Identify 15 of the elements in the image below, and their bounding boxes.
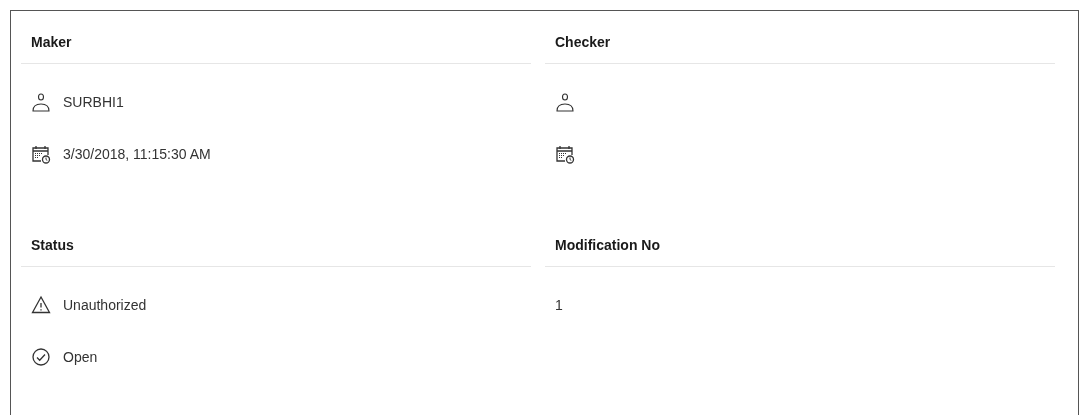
field-value: SURBHI1 [63,92,124,112]
user-icon [31,92,51,112]
section-title: Checker [555,34,611,50]
calendar-clock-icon [31,144,51,164]
section-title: Status [31,237,74,253]
check-circle-icon [31,347,51,367]
field-value: Unauthorized [63,295,147,315]
user-icon [555,92,575,112]
field-value: 1 [555,295,563,315]
section-title: Maker [31,34,72,50]
field-value: 3/30/2018, 11:15:30 AM [63,144,211,164]
calendar-clock-icon [555,144,575,164]
warning-icon [31,295,51,315]
section-title: Modification No [555,237,660,253]
field-value: Open [63,347,98,367]
